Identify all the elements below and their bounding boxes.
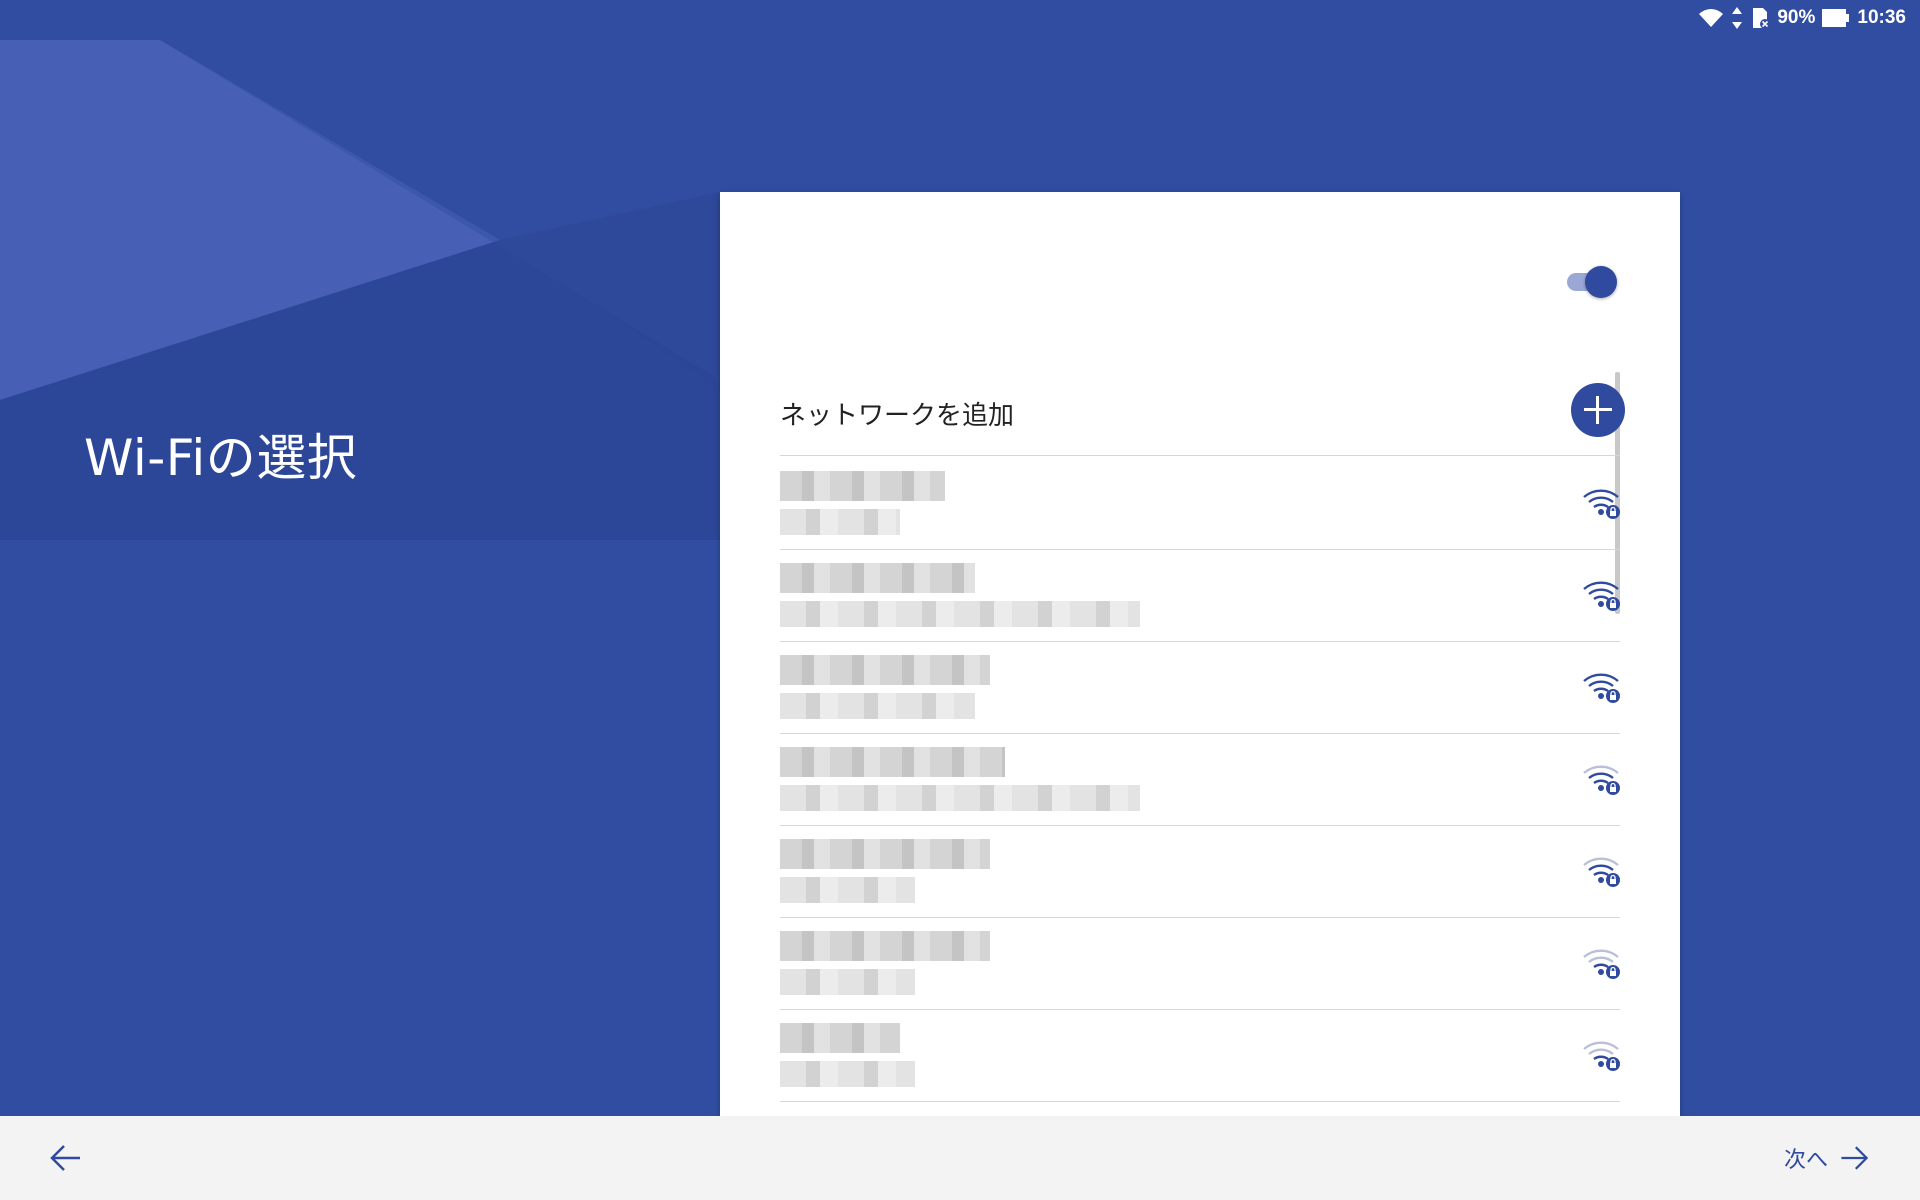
network-ssid xyxy=(780,563,975,593)
clock: 10:36 xyxy=(1857,7,1906,28)
wifi-secured-icon xyxy=(1583,581,1620,611)
network-detail xyxy=(780,601,1140,627)
wifi-secured-icon xyxy=(1583,489,1620,519)
network-ssid xyxy=(780,471,945,501)
network-row[interactable] xyxy=(780,825,1620,918)
network-row[interactable] xyxy=(780,917,1620,1010)
network-detail xyxy=(780,1061,915,1087)
wifi-toggle[interactable] xyxy=(1565,264,1619,298)
add-network-row[interactable]: ネットワークを追加 xyxy=(780,367,1625,456)
add-network-label: ネットワークを追加 xyxy=(780,401,1015,431)
network-ssid xyxy=(780,655,990,685)
network-detail xyxy=(780,969,915,995)
arrow-right-icon xyxy=(1841,1146,1869,1170)
sd-card-icon xyxy=(1753,8,1771,29)
network-ssid xyxy=(780,839,990,869)
data-arrows-icon xyxy=(1732,7,1743,29)
network-ssid xyxy=(780,1023,900,1053)
network-row[interactable] xyxy=(780,457,1620,550)
add-network-button[interactable] xyxy=(1571,383,1625,437)
bottom-navigation-bar: 次へ xyxy=(0,1116,1920,1200)
toggle-thumb xyxy=(1585,266,1617,298)
wifi-secured-icon xyxy=(1583,765,1620,795)
wifi-secured-icon xyxy=(1583,949,1620,979)
wifi-card: ネットワークを追加 xyxy=(720,192,1680,1116)
battery-icon xyxy=(1822,9,1850,27)
next-label: 次へ xyxy=(1783,1148,1828,1173)
wifi-icon xyxy=(1699,9,1724,27)
network-row[interactable] xyxy=(780,1009,1620,1102)
network-row[interactable] xyxy=(780,641,1620,734)
battery-percent: 90% xyxy=(1777,7,1816,28)
page-title: Wi-Fiの選択 xyxy=(84,429,358,487)
network-detail xyxy=(780,509,900,535)
network-detail xyxy=(780,877,915,903)
wifi-secured-icon xyxy=(1583,857,1620,887)
network-row[interactable] xyxy=(780,733,1620,826)
network-detail xyxy=(780,785,1140,811)
wifi-secured-icon xyxy=(1583,1041,1620,1071)
network-ssid xyxy=(780,747,1005,777)
arrow-left-icon xyxy=(50,1145,80,1171)
wifi-secured-icon xyxy=(1583,673,1620,703)
status-bar: 90% 10:36 xyxy=(1697,0,1920,36)
back-button[interactable] xyxy=(46,1138,86,1178)
next-button[interactable]: 次へ xyxy=(1784,1136,1872,1180)
network-detail xyxy=(780,693,975,719)
network-ssid xyxy=(780,931,990,961)
network-row[interactable] xyxy=(780,549,1620,642)
